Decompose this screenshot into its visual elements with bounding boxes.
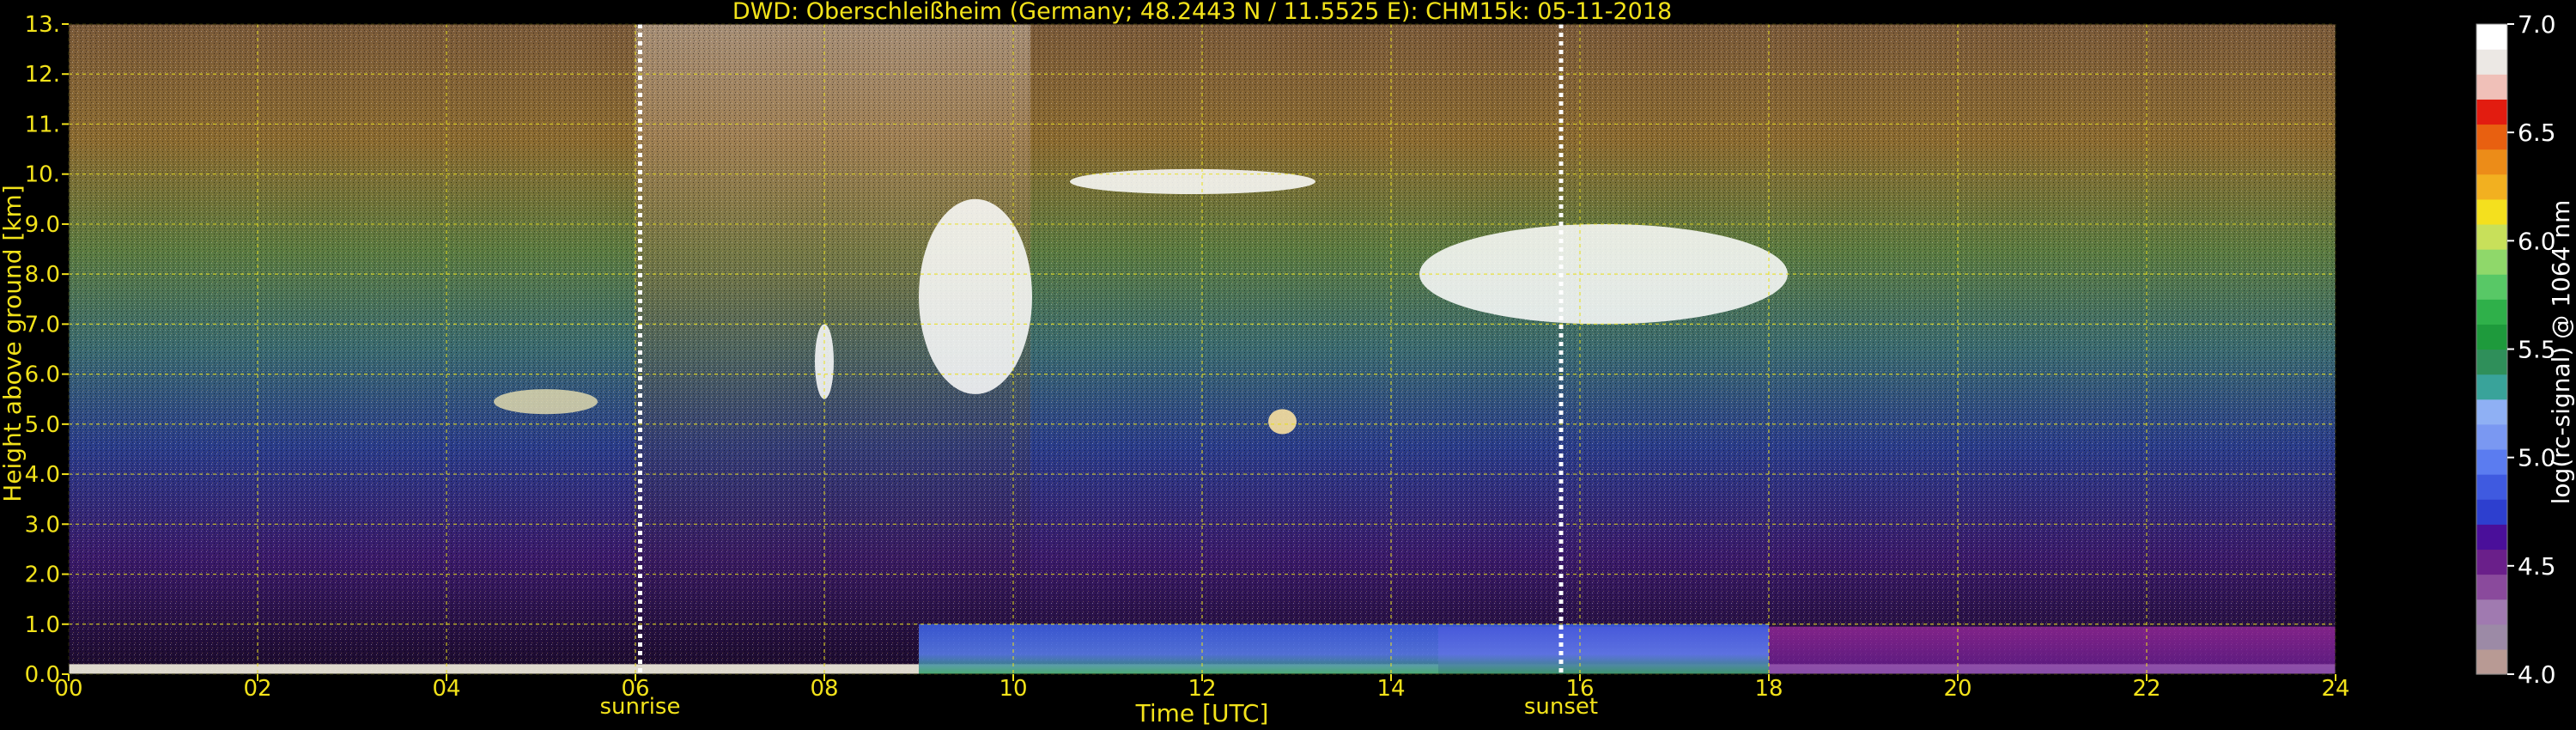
colorbar-segment: [2476, 299, 2507, 325]
x-tick-label: 08: [810, 676, 838, 702]
x-tick-label: 20: [1943, 676, 1971, 702]
x-tick-label: 22: [2132, 676, 2160, 702]
feature-cloud_d: [1070, 168, 1315, 194]
y-axis-title: Height above ground [km]: [0, 185, 27, 502]
x-tick-label: 24: [2321, 676, 2349, 702]
x-tick-label: 06: [621, 676, 649, 702]
feature-boundary_layer: [919, 624, 1769, 674]
y-tick-label: 10.: [25, 162, 60, 188]
y-tick-label: 9.0: [25, 212, 60, 238]
colorbar-tick-label: 7.0: [2518, 10, 2556, 39]
colorbar-tick-label: 4.0: [2518, 660, 2556, 689]
x-tick-label: 10: [999, 676, 1027, 702]
x-tick-label: 18: [1754, 676, 1783, 702]
feature-cloud_e: [1268, 409, 1297, 435]
y-tick-label: 3.0: [25, 512, 60, 538]
colorbar-segment: [2476, 599, 2507, 625]
colorbar-segment: [2476, 274, 2507, 300]
colorbar-segment: [2476, 474, 2507, 500]
y-tick-label: 5.0: [25, 412, 60, 438]
y-axis-ticks: 0.0 1.0 2.0 3.0 4.0 5.0 6.0 7.0 8.0 9.0 10. 11. 12. 1…: [25, 12, 69, 688]
y-tick-label: 7.0: [25, 312, 60, 338]
feature-cloud_a: [494, 389, 598, 415]
x-tick-label: 12: [1188, 676, 1216, 702]
colorbar-segment: [2476, 574, 2507, 600]
colorbar-segment: [2476, 648, 2507, 675]
plot-area: sunrise sunset: [68, 23, 2336, 720]
y-tick-label: 2.0: [25, 563, 60, 588]
ceilometer-chart: sunrise sunset 00 02 04 06 08 10 12 14 16 18 20 22 24…: [0, 0, 2575, 727]
colorbar-segment: [2476, 448, 2507, 475]
colorbar-segment: [2476, 124, 2507, 150]
colorbar-segment: [2476, 398, 2507, 425]
x-tick-label: 02: [243, 676, 271, 702]
colorbar-segment: [2476, 99, 2507, 125]
colorbar-segment: [2476, 24, 2507, 50]
colorbar: 4.04.55.05.56.06.57.0: [2476, 10, 2556, 689]
colorbar-segment: [2476, 173, 2507, 200]
colorbar-segment: [2476, 374, 2507, 400]
x-tick-label: 14: [1376, 676, 1405, 702]
colorbar-tick-label: 4.5: [2518, 552, 2556, 581]
colorbar-segment: [2476, 549, 2507, 575]
chart-title: DWD: Oberschleißheim (Germany; 48.2443 N…: [732, 0, 1672, 25]
colorbar-segment: [2476, 499, 2507, 525]
colorbar-segment: [2476, 324, 2507, 350]
colorbar-segment: [2476, 349, 2507, 375]
x-tick-label: 16: [1565, 676, 1594, 702]
y-tick-label: 8.0: [25, 262, 60, 288]
y-tick-label: 12.: [25, 62, 60, 88]
colorbar-segment: [2476, 524, 2507, 551]
x-axis-ticks: 00 02 04 06 08 10 12 14 16 18 20 22 24: [54, 674, 2350, 702]
y-tick-label: 13.: [25, 12, 60, 38]
y-tick-label: 4.0: [25, 462, 60, 488]
colorbar-segment: [2476, 423, 2507, 450]
colorbar-segment: [2476, 223, 2507, 250]
colorbar-segment: [2476, 149, 2507, 175]
colorbar-segment: [2476, 198, 2507, 225]
y-tick-label: 11.: [25, 112, 60, 137]
y-tick-label: 6.0: [25, 362, 60, 388]
colorbar-tick-label: 6.5: [2518, 119, 2556, 147]
y-tick-label: 0.0: [25, 662, 60, 688]
colorbar-segment: [2476, 624, 2507, 650]
colorbar-segment: [2476, 49, 2507, 75]
x-axis-title: Time [UTC]: [1135, 699, 1269, 727]
colorbar-segment: [2476, 249, 2507, 275]
x-tick-label: 04: [432, 676, 460, 702]
y-tick-label: 1.0: [25, 612, 60, 638]
feature-cloud_c: [919, 198, 1032, 394]
colorbar-segment: [2476, 74, 2507, 100]
colorbar-title: log(rc-signal) @ 1064 nm: [2547, 200, 2575, 505]
